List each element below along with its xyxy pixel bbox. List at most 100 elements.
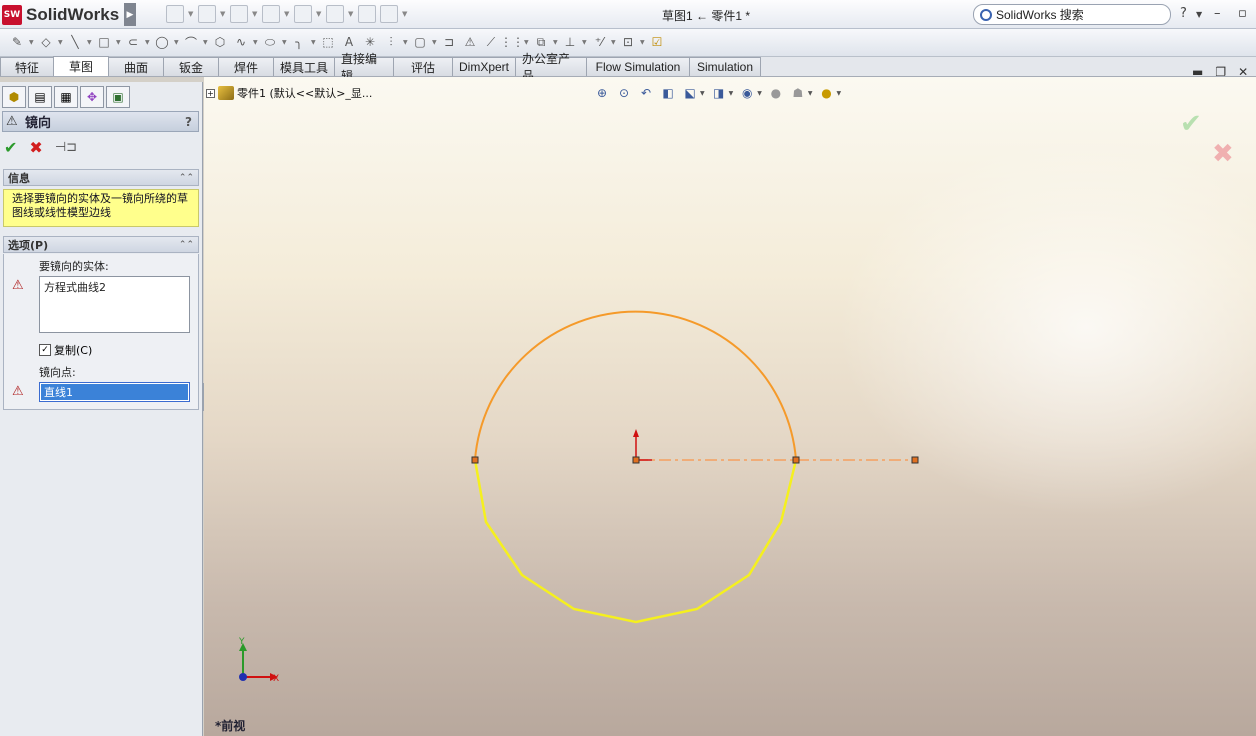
tab-11[interactable]: Simulation <box>689 57 761 76</box>
options-dropdown-icon[interactable]: ▼ <box>402 5 408 23</box>
tab-0[interactable]: 特征 <box>0 57 54 76</box>
display-relations-icon[interactable]: ⊥ <box>561 33 579 51</box>
quick-snaps-icon[interactable]: ⊡ <box>619 33 637 51</box>
smart-dimension-icon[interactable]: ◇ <box>37 33 55 51</box>
line-dropdown-icon[interactable]: ▼ <box>87 39 92 46</box>
view-settings-dropdown-icon[interactable]: ▼ <box>837 90 842 97</box>
menu-expand-arrow[interactable]: ▶ <box>124 3 136 26</box>
help-icon[interactable]: ? <box>1180 6 1187 21</box>
linear-pattern-icon[interactable]: ⋮⋮ <box>500 33 524 51</box>
slot-dropdown-icon[interactable]: ▼ <box>145 39 150 46</box>
origin-marker[interactable] <box>633 429 652 461</box>
apply-scene-icon[interactable]: ☗ <box>790 85 806 101</box>
help-dropdown-icon[interactable]: ▼ <box>1196 10 1202 19</box>
point-icon[interactable]: ✳ <box>361 33 379 51</box>
trim-dropdown-icon[interactable]: ▼ <box>403 39 408 46</box>
arc-dropdown-icon[interactable]: ▼ <box>203 39 208 46</box>
sketch-dropdown-icon[interactable]: ▼ <box>29 39 34 46</box>
confirm-corner-check-icon[interactable]: ✔ <box>1180 109 1202 139</box>
restore-icon[interactable]: ▫ <box>1238 6 1247 21</box>
sketch-endpoint[interactable] <box>471 456 479 464</box>
sketch-endpoint[interactable] <box>632 456 640 464</box>
spline-icon[interactable]: ∿ <box>232 33 250 51</box>
pattern-dropdown-icon[interactable]: ▼ <box>524 39 529 46</box>
rectangle-icon[interactable]: □ <box>95 33 113 51</box>
new-dropdown-icon[interactable]: ▼ <box>188 5 194 23</box>
entities-to-mirror-list[interactable]: 方程式曲线2 <box>39 276 190 333</box>
relations-dropdown-icon[interactable]: ▼ <box>582 39 587 46</box>
options-icon[interactable] <box>380 5 398 23</box>
undo-icon[interactable] <box>294 5 312 23</box>
tab-4[interactable]: 焊件 <box>218 57 274 76</box>
check-icon[interactable]: ✔ <box>4 138 17 157</box>
zoom-to-fit-icon[interactable]: ⊕ <box>594 85 610 101</box>
polygon-icon[interactable]: ⬡ <box>211 33 229 51</box>
dynamic-mirror-icon[interactable]: ⟋ <box>482 33 500 51</box>
scene-dropdown-icon[interactable]: ▼ <box>808 90 813 97</box>
graphics-area[interactable]: Y X + 零件1 (默认<<默认>_显... ⊕ ⊙ ↶ ◧ ⬕ ▼ ◨ ▼ ◉ ▼… <box>204 77 1256 736</box>
dimxpert-manager-tab-icon[interactable]: ✥ <box>80 86 104 108</box>
search-box[interactable]: SolidWorks 搜索 <box>973 4 1171 25</box>
print-dropdown-icon[interactable]: ▼ <box>284 5 290 23</box>
ellipse-icon[interactable]: ⬭ <box>261 33 279 51</box>
tab-6[interactable]: 直接编辑 <box>334 52 394 83</box>
convert-dropdown-icon[interactable]: ▼ <box>432 39 437 46</box>
view-orientation-icon[interactable]: ⬕ <box>682 85 698 101</box>
display-manager-tab-icon[interactable]: ▣ <box>106 86 130 108</box>
property-manager-tab-icon[interactable]: ▤ <box>28 86 52 108</box>
tab-10[interactable]: Flow Simulation <box>586 57 690 76</box>
rebuild-icon[interactable] <box>358 5 376 23</box>
print-icon[interactable] <box>262 5 280 23</box>
tab-8[interactable]: DimXpert <box>452 57 516 76</box>
move-dropdown-icon[interactable]: ▼ <box>553 39 558 46</box>
select-dropdown-icon[interactable]: ▼ <box>348 5 354 23</box>
save-dropdown-icon[interactable]: ▼ <box>252 5 258 23</box>
tab-5[interactable]: 模具工具 <box>273 57 335 76</box>
sketch-endpoint[interactable] <box>792 456 800 464</box>
help-icon[interactable]: ? <box>185 115 192 129</box>
pushpin-icon[interactable]: ⊣⊐ <box>55 140 77 155</box>
edit-appearance-icon[interactable]: ● <box>768 85 784 101</box>
tab-3[interactable]: 钣金 <box>163 57 219 76</box>
doc-restore-icon[interactable]: ❐ <box>1215 65 1226 79</box>
previous-view-icon[interactable]: ↶ <box>638 85 654 101</box>
copy-checkbox-row[interactable]: ✓ 复制(C) <box>39 342 92 358</box>
sketch-icon[interactable]: ✎ <box>8 33 26 51</box>
rapid-sketch-icon[interactable]: ☑ <box>648 33 666 51</box>
arc-icon[interactable]: ⌒ <box>182 33 200 51</box>
orientation-dropdown-icon[interactable]: ▼ <box>700 90 705 97</box>
tree-item-label[interactable]: 零件1 (默认<<默认>_显... <box>237 85 372 101</box>
sketch-endpoint[interactable] <box>911 456 919 464</box>
solidworks-logo[interactable]: SW SolidWorks <box>2 3 119 26</box>
open-document-icon[interactable] <box>198 5 216 23</box>
rectangle-dropdown-icon[interactable]: ▼ <box>116 39 121 46</box>
save-icon[interactable] <box>230 5 248 23</box>
repair-dropdown-icon[interactable]: ▼ <box>611 39 616 46</box>
mirrored-equation-curve[interactable] <box>473 459 798 624</box>
select-icon[interactable] <box>326 5 344 23</box>
tab-2[interactable]: 曲面 <box>108 57 164 76</box>
tab-1[interactable]: 草图 <box>53 56 109 76</box>
dimension-dropdown-icon[interactable]: ▼ <box>58 39 63 46</box>
zoom-to-area-icon[interactable]: ⊙ <box>616 85 632 101</box>
spline-dropdown-icon[interactable]: ▼ <box>253 39 258 46</box>
fillet-dropdown-icon[interactable]: ▼ <box>311 39 316 46</box>
trim-icon[interactable]: ⫶ <box>382 33 400 51</box>
snaps-dropdown-icon[interactable]: ▼ <box>640 39 645 46</box>
line-icon[interactable]: ╲ <box>66 33 84 51</box>
repair-sketch-icon[interactable]: ⁺⁄ <box>590 33 608 51</box>
info-group-header[interactable]: 信息 ⌃⌃ <box>3 169 199 186</box>
circle-icon[interactable]: ◯ <box>153 33 171 51</box>
plane-icon[interactable]: ⬚ <box>319 33 337 51</box>
hide-show-items-icon[interactable]: ◉ <box>739 85 755 101</box>
ellipse-dropdown-icon[interactable]: ▼ <box>282 39 287 46</box>
tab-9[interactable]: 办公室产品 <box>515 52 587 83</box>
copy-checkbox[interactable]: ✓ <box>39 344 51 356</box>
offset-icon[interactable]: ⊐ <box>440 33 458 51</box>
x-icon[interactable]: ✖ <box>29 138 42 157</box>
minimize-icon[interactable]: – <box>1214 6 1221 21</box>
move-entities-icon[interactable]: ⧉ <box>532 33 550 51</box>
convert-entities-icon[interactable]: ▢ <box>411 33 429 51</box>
collapse-chevron-icon[interactable]: ⌃⌃ <box>179 173 194 183</box>
fillet-icon[interactable]: ╮ <box>290 33 308 51</box>
